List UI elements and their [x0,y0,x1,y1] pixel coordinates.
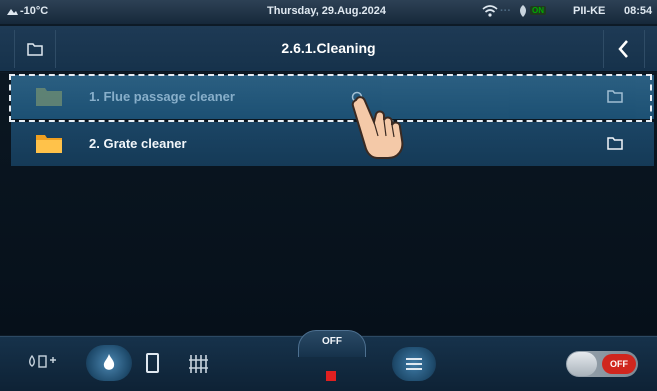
boiler-button[interactable] [141,351,165,377]
list-item-grate-cleaner[interactable]: 2. Grate cleaner [11,122,654,166]
wifi-icon [482,5,498,17]
menu-icon [406,358,422,370]
folder-icon [36,135,62,153]
power-toggle[interactable]: OFF [566,351,638,377]
folder-outline-icon [607,137,623,150]
connection-icon [520,5,526,17]
stop-button[interactable] [322,367,340,385]
flame-button[interactable] [86,345,132,381]
sensors-icon [29,354,56,368]
tap-hand-icon [351,96,404,159]
weather-icon [7,9,18,15]
back-button[interactable] [603,30,645,68]
home-button[interactable] [14,30,56,68]
toggle-knob [567,352,597,376]
mode-status-tab: OFF [298,330,366,357]
header-bar: 2.6.1.Cleaning [0,26,657,72]
date-label: Thursday, 29.Aug.2024 [267,5,387,17]
boiler-icon [146,353,159,373]
wifi-signal-dots: ··· [500,5,511,17]
stop-icon [326,371,336,381]
toggle-state: OFF [602,354,636,374]
chevron-left-icon [618,40,628,58]
page-title: 2.6.1.Cleaning [281,40,376,56]
menu-button[interactable] [392,347,436,381]
selection-highlight [9,74,652,122]
device-label: PII-KE [573,5,606,17]
grate-icon [189,355,208,373]
outdoor-temperature: -10°C [20,5,49,17]
folder-outline-icon [27,43,43,56]
grate-button[interactable] [186,351,212,377]
sensors-button[interactable] [26,350,66,378]
clock: 08:54 [624,5,653,17]
connection-badge: ON [530,6,546,15]
list-item-label: 2. Grate cleaner [89,136,187,151]
flame-icon [103,354,115,370]
status-bar: -10°C Thursday, 29.Aug.2024 ··· ON PII-K… [0,0,657,24]
